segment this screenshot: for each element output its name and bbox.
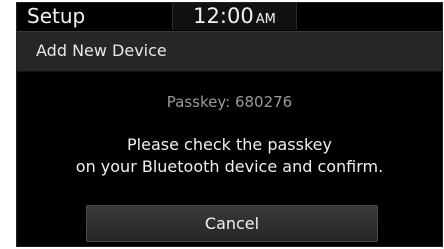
- passkey-label: Passkey: 680276: [166, 93, 293, 111]
- clock-period: AM: [255, 12, 276, 27]
- confirmation-message: Please check the passkey on your Bluetoo…: [17, 134, 442, 178]
- status-bar: Setup 12:00 AM: [17, 3, 442, 30]
- cancel-button[interactable]: Cancel: [86, 205, 378, 242]
- app-title: Setup: [27, 4, 86, 28]
- message-line-2: on your Bluetooth device and confirm.: [75, 157, 384, 176]
- message-line-1: Please check the passkey: [127, 135, 332, 154]
- head-unit-screen: Setup 12:00 AM Add New Device Passkey: 68…: [16, 2, 443, 247]
- clock-time: 12:00: [193, 4, 254, 28]
- page-title: Add New Device: [36, 41, 167, 60]
- clock[interactable]: 12:00 AM: [172, 3, 297, 30]
- page-header: Add New Device: [17, 31, 442, 72]
